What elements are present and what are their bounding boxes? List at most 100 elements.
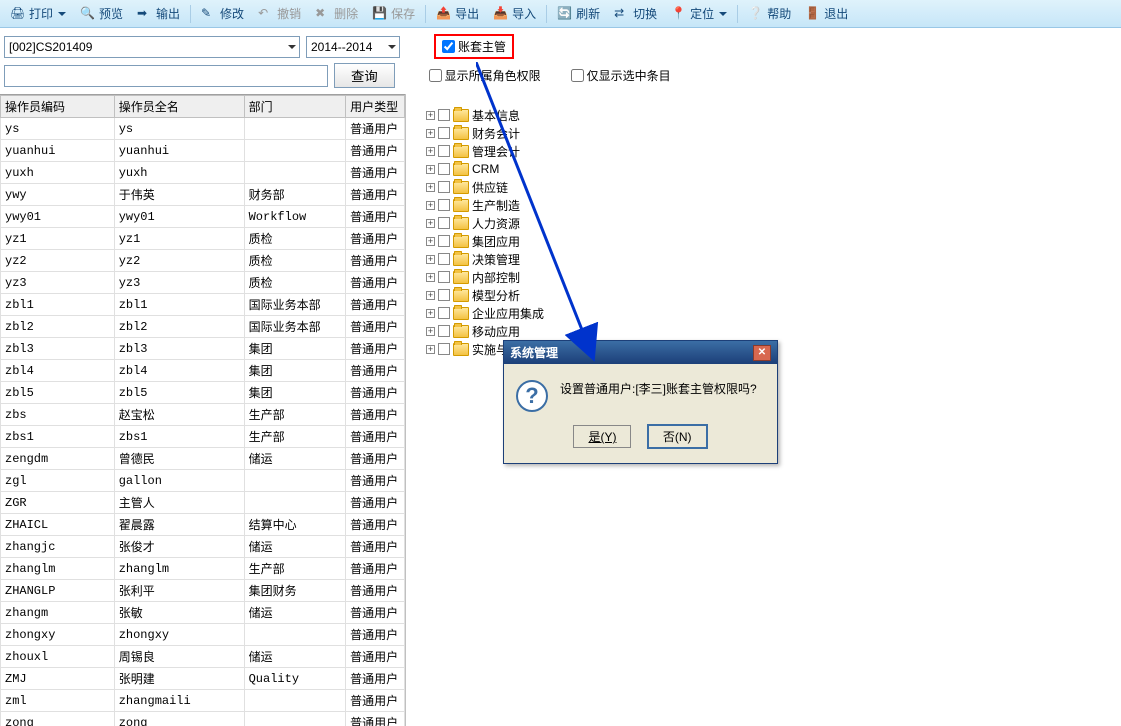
save-button[interactable]: 💾保存 bbox=[366, 3, 421, 24]
table-row[interactable]: yz2yz2质检普通用户 bbox=[1, 250, 405, 272]
only-selected-checkbox-wrap[interactable]: 仅显示选中条目 bbox=[571, 67, 671, 84]
switch-button[interactable]: ⇄切换 bbox=[608, 3, 663, 24]
tree-checkbox[interactable] bbox=[438, 271, 450, 283]
locate-button[interactable]: 📍定位 bbox=[665, 3, 733, 24]
expand-icon[interactable]: + bbox=[426, 309, 435, 318]
year-combo[interactable]: 2014--2014 bbox=[306, 36, 400, 58]
table-row[interactable]: zbl3zbl3集团普通用户 bbox=[1, 338, 405, 360]
table-row[interactable]: zglgallon普通用户 bbox=[1, 470, 405, 492]
expand-icon[interactable]: + bbox=[426, 273, 435, 282]
help-button[interactable]: ❔帮助 bbox=[742, 3, 797, 24]
table-row[interactable]: zongzong普通用户 bbox=[1, 712, 405, 726]
table-row[interactable]: zhanglmzhanglm生产部普通用户 bbox=[1, 558, 405, 580]
table-row[interactable]: ZMJ张明建Quality普通用户 bbox=[1, 668, 405, 690]
show-role-checkbox[interactable] bbox=[429, 69, 442, 82]
preview-button[interactable]: 🔍预览 bbox=[74, 3, 129, 24]
output-button[interactable]: ➡输出 bbox=[131, 3, 186, 24]
expand-icon[interactable]: + bbox=[426, 147, 435, 156]
expand-icon[interactable]: + bbox=[426, 129, 435, 138]
query-button[interactable]: 查询 bbox=[334, 63, 395, 88]
dialog-yes-button[interactable]: 是(Y) bbox=[573, 425, 631, 448]
tree-node[interactable]: +企业应用集成 bbox=[416, 304, 1111, 322]
tree-node[interactable]: +管理会计 bbox=[416, 142, 1111, 160]
expand-icon[interactable]: + bbox=[426, 327, 435, 336]
tree-checkbox[interactable] bbox=[438, 145, 450, 157]
tree-checkbox[interactable] bbox=[438, 235, 450, 247]
tree-node[interactable]: +内部控制 bbox=[416, 268, 1111, 286]
tree-checkbox[interactable] bbox=[438, 217, 450, 229]
table-row[interactable]: yz3yz3质检普通用户 bbox=[1, 272, 405, 294]
table-row[interactable]: zbs赵宝松生产部普通用户 bbox=[1, 404, 405, 426]
permission-tree[interactable]: +基本信息+财务会计+管理会计+CRM+供应链+生产制造+人力资源+集团应用+决… bbox=[416, 106, 1111, 358]
dialog-no-button[interactable]: 否(N) bbox=[647, 424, 708, 449]
tree-checkbox[interactable] bbox=[438, 127, 450, 139]
table-row[interactable]: zbl2zbl2国际业务本部普通用户 bbox=[1, 316, 405, 338]
col-name[interactable]: 操作员全名 bbox=[114, 96, 244, 118]
undo-button[interactable]: ↶撤销 bbox=[252, 3, 307, 24]
table-row[interactable]: zhangjc张俊才储运普通用户 bbox=[1, 536, 405, 558]
db-combo[interactable]: [002]CS201409 bbox=[4, 36, 300, 58]
tree-node[interactable]: +移动应用 bbox=[416, 322, 1111, 340]
expand-icon[interactable]: + bbox=[426, 111, 435, 120]
table-row[interactable]: zhongxyzhongxy普通用户 bbox=[1, 624, 405, 646]
dialog-titlebar[interactable]: 系统管理 ✕ bbox=[504, 341, 777, 364]
search-input[interactable] bbox=[4, 65, 328, 87]
tree-node[interactable]: +基本信息 bbox=[416, 106, 1111, 124]
table-row[interactable]: zhouxl周锡良储运普通用户 bbox=[1, 646, 405, 668]
exit-button[interactable]: 🚪退出 bbox=[799, 3, 854, 24]
tree-checkbox[interactable] bbox=[438, 343, 450, 355]
table-row[interactable]: yuxhyuxh普通用户 bbox=[1, 162, 405, 184]
dialog-close-button[interactable]: ✕ bbox=[753, 345, 771, 361]
only-selected-checkbox[interactable] bbox=[571, 69, 584, 82]
show-role-checkbox-wrap[interactable]: 显示所属角色权限 bbox=[429, 67, 541, 84]
table-row[interactable]: zhangm张敏储运普通用户 bbox=[1, 602, 405, 624]
tree-node[interactable]: +决策管理 bbox=[416, 250, 1111, 268]
admin-checkbox[interactable] bbox=[442, 40, 455, 53]
delete-button[interactable]: ✖删除 bbox=[309, 3, 364, 24]
table-row[interactable]: yuanhuiyuanhui普通用户 bbox=[1, 140, 405, 162]
expand-icon[interactable]: + bbox=[426, 165, 435, 174]
expand-icon[interactable]: + bbox=[426, 345, 435, 354]
tree-node[interactable]: +财务会计 bbox=[416, 124, 1111, 142]
tree-checkbox[interactable] bbox=[438, 253, 450, 265]
tree-node[interactable]: +模型分析 bbox=[416, 286, 1111, 304]
tree-checkbox[interactable] bbox=[438, 325, 450, 337]
tree-node[interactable]: +生产制造 bbox=[416, 196, 1111, 214]
tree-node[interactable]: +供应链 bbox=[416, 178, 1111, 196]
tree-checkbox[interactable] bbox=[438, 199, 450, 211]
expand-icon[interactable]: + bbox=[426, 291, 435, 300]
expand-icon[interactable]: + bbox=[426, 183, 435, 192]
users-grid[interactable]: 操作员编码 操作员全名 部门 用户类型 ysys普通用户yuanhuiyuanh… bbox=[0, 94, 405, 726]
tree-node[interactable]: +集团应用 bbox=[416, 232, 1111, 250]
expand-icon[interactable]: + bbox=[426, 255, 435, 264]
table-row[interactable]: zengdm曾德民储运普通用户 bbox=[1, 448, 405, 470]
export-button[interactable]: 📤导出 bbox=[430, 3, 485, 24]
expand-icon[interactable]: + bbox=[426, 219, 435, 228]
tree-node[interactable]: +人力资源 bbox=[416, 214, 1111, 232]
table-row[interactable]: zbl4zbl4集团普通用户 bbox=[1, 360, 405, 382]
tree-checkbox[interactable] bbox=[438, 307, 450, 319]
table-row[interactable]: yz1yz1质检普通用户 bbox=[1, 228, 405, 250]
expand-icon[interactable]: + bbox=[426, 201, 435, 210]
import-button[interactable]: 📥导入 bbox=[487, 3, 542, 24]
table-row[interactable]: zbs1zbs1生产部普通用户 bbox=[1, 426, 405, 448]
table-row[interactable]: ZHANGLP张利平集团财务普通用户 bbox=[1, 580, 405, 602]
table-row[interactable]: ywy01ywy01Workflow普通用户 bbox=[1, 206, 405, 228]
tree-checkbox[interactable] bbox=[438, 181, 450, 193]
expand-icon[interactable]: + bbox=[426, 237, 435, 246]
modify-button[interactable]: ✎修改 bbox=[195, 3, 250, 24]
table-row[interactable]: ysys普通用户 bbox=[1, 118, 405, 140]
tree-node[interactable]: +CRM bbox=[416, 160, 1111, 178]
tree-checkbox[interactable] bbox=[438, 109, 450, 121]
print-button[interactable]: 🖨打印 bbox=[4, 3, 72, 24]
col-code[interactable]: 操作员编码 bbox=[1, 96, 115, 118]
col-type[interactable]: 用户类型 bbox=[346, 96, 405, 118]
table-row[interactable]: zbl5zbl5集团普通用户 bbox=[1, 382, 405, 404]
col-dept[interactable]: 部门 bbox=[244, 96, 346, 118]
table-row[interactable]: ZGR主管人普通用户 bbox=[1, 492, 405, 514]
table-row[interactable]: zmlzhangmaili普通用户 bbox=[1, 690, 405, 712]
refresh-button[interactable]: 🔄刷新 bbox=[551, 3, 606, 24]
table-row[interactable]: zbl1zbl1国际业务本部普通用户 bbox=[1, 294, 405, 316]
table-row[interactable]: ZHAICL翟晨露结算中心普通用户 bbox=[1, 514, 405, 536]
tree-checkbox[interactable] bbox=[438, 289, 450, 301]
